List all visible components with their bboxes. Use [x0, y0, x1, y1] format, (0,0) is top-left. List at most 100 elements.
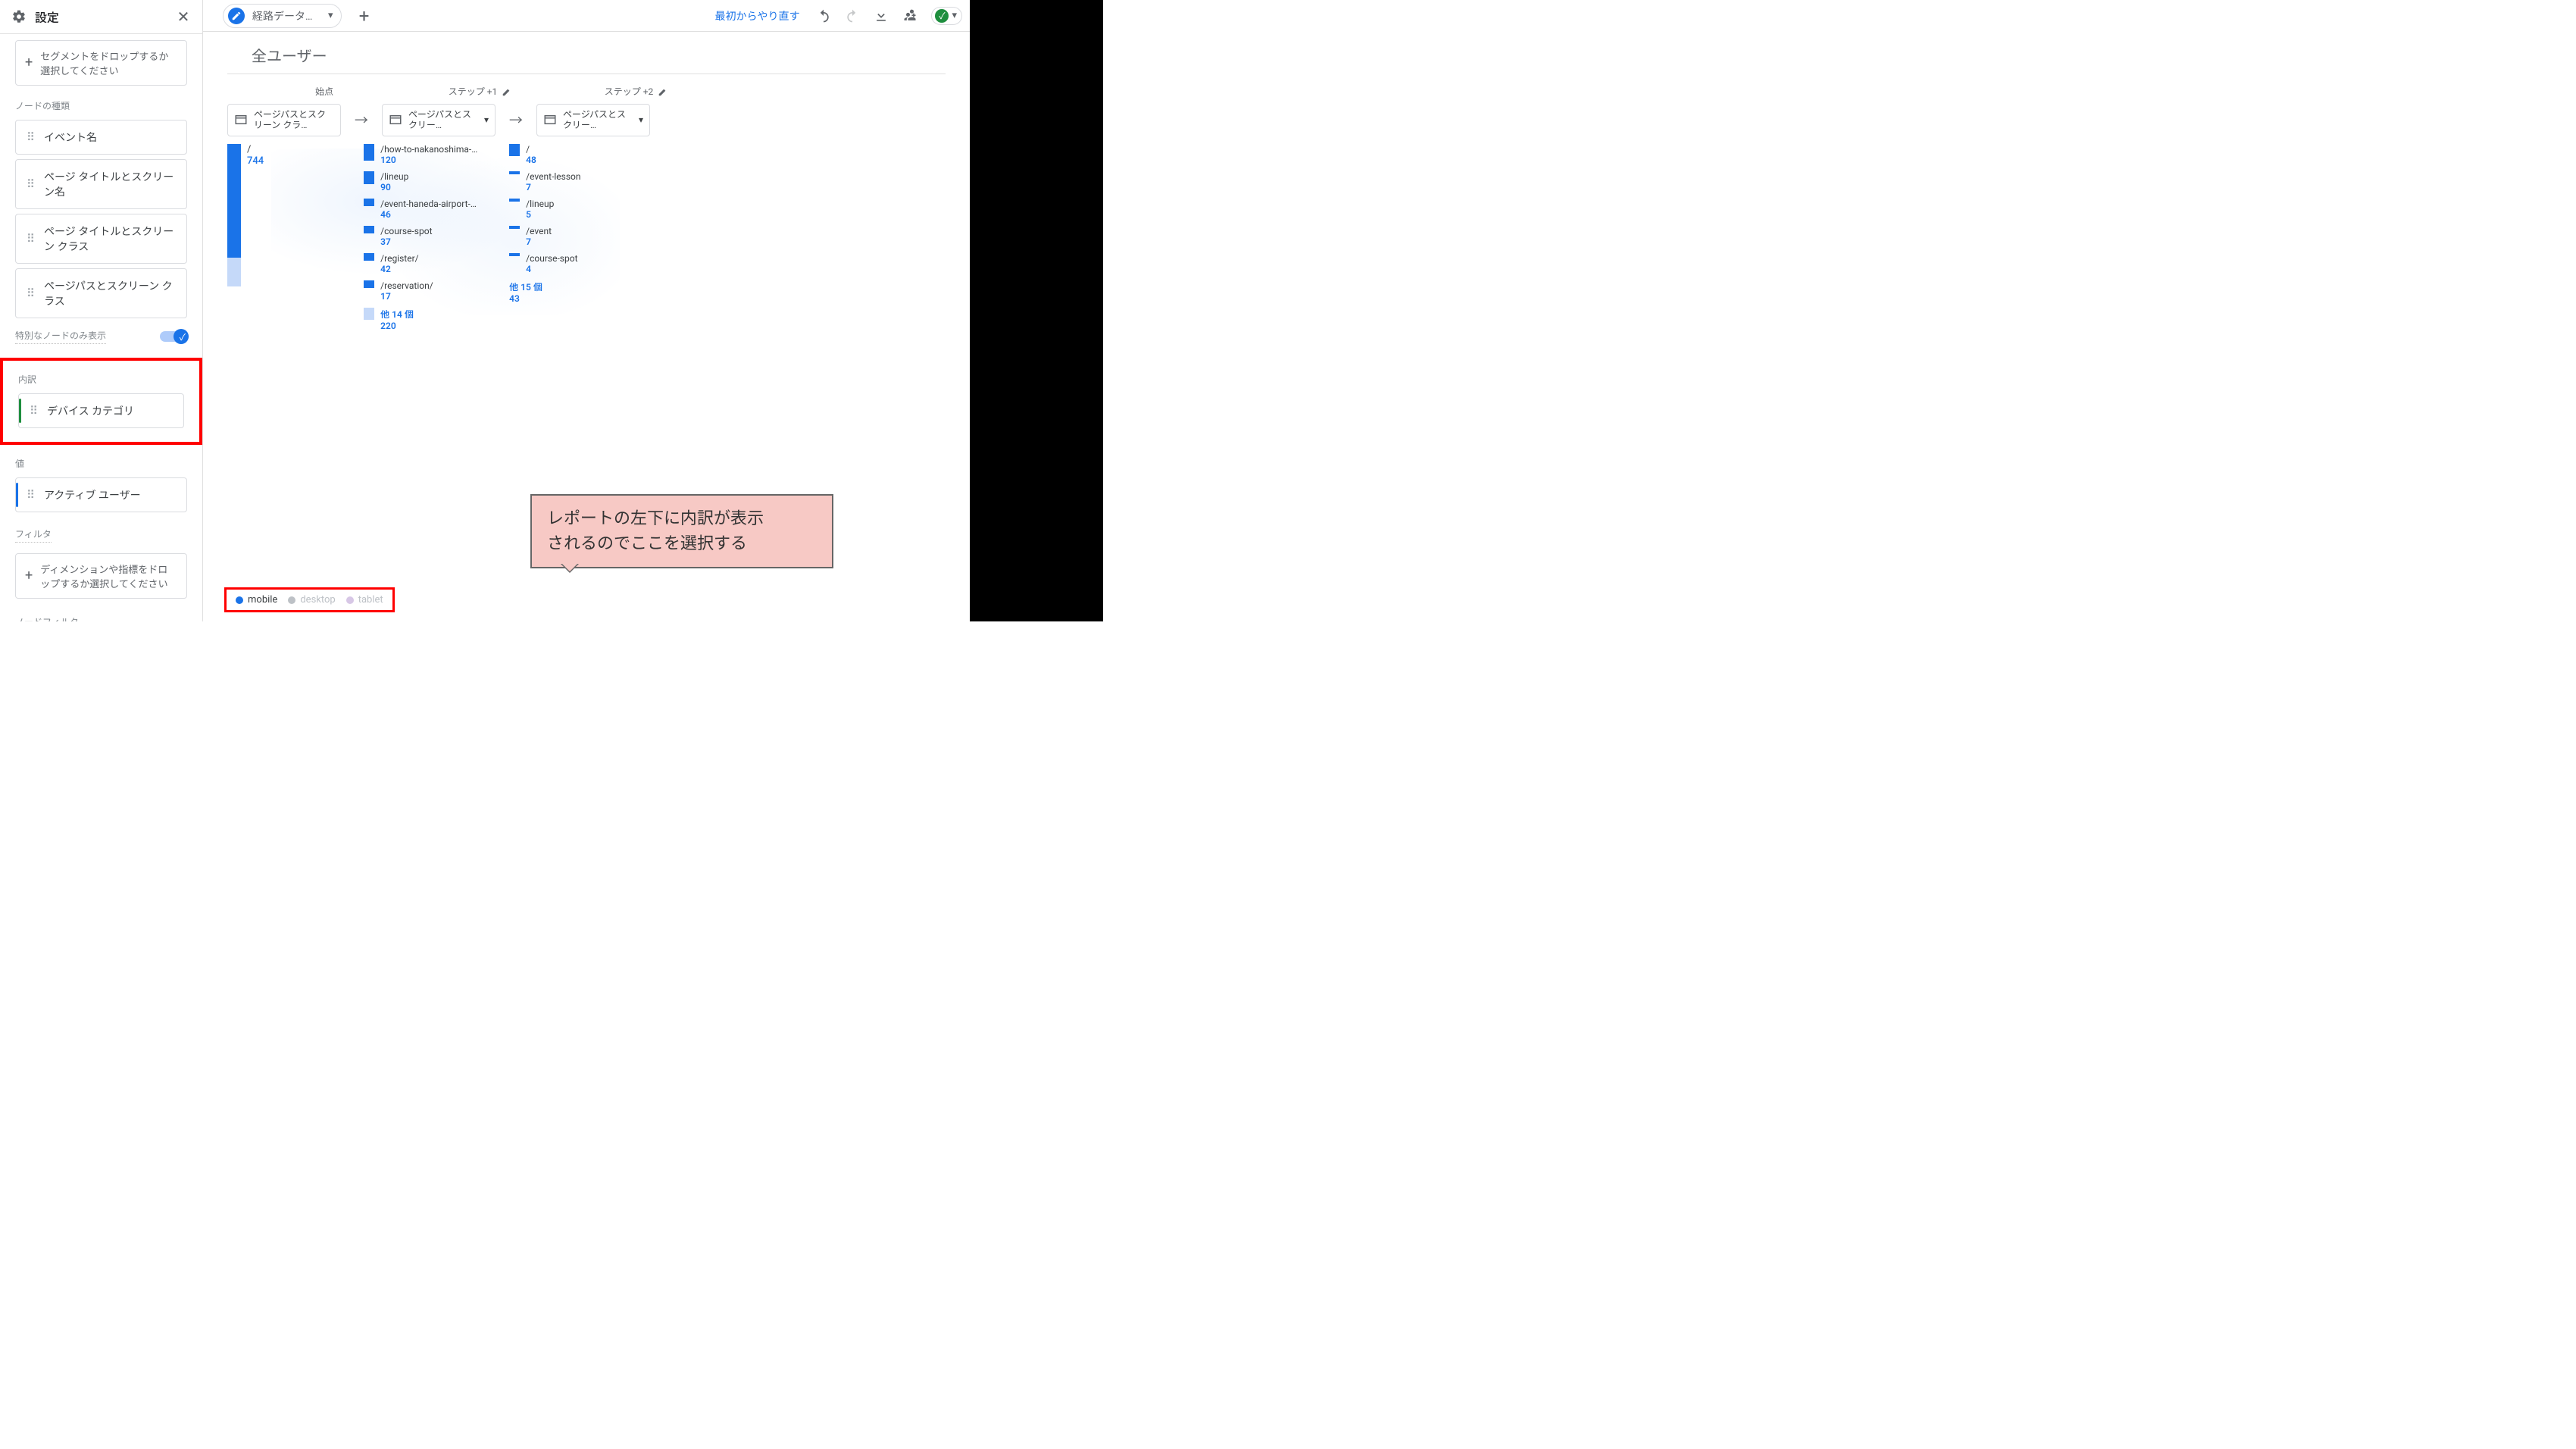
node-value: 46: [380, 209, 477, 220]
breakdown-section-highlight: 内訳 ⠿ デバイス カテゴリ: [0, 358, 202, 445]
node-bar: [509, 171, 520, 174]
value-chip-label: アクティブ ユーザー: [44, 487, 141, 502]
node-bar: [364, 226, 374, 233]
node-path: /register/: [380, 253, 418, 264]
legend-item-mobile[interactable]: mobile: [236, 594, 277, 606]
drag-handle-icon: ⠿: [27, 132, 35, 143]
sankey-node-other[interactable]: 他 15 個43: [509, 280, 638, 304]
sankey-node[interactable]: /event-lesson7: [509, 171, 638, 192]
node-type-event-name[interactable]: ⠿ イベント名: [15, 120, 187, 155]
report-subtitle: 全ユーザー: [227, 32, 946, 74]
node-types-label: ノードの種類: [0, 95, 202, 115]
node-value: 7: [526, 182, 580, 192]
sankey-node[interactable]: /48: [509, 144, 638, 165]
main-area: 経路データ探… ▾ + 最初からやり直す ✓ ▾ 全ユーザー 始点 ステップ +…: [203, 0, 970, 621]
undo-button[interactable]: [811, 4, 836, 28]
node-bar: [364, 144, 374, 161]
pencil-icon: [228, 8, 245, 24]
sankey-node[interactable]: /event7: [509, 226, 638, 247]
chevron-down-icon: ▾: [639, 114, 643, 125]
node-value: 220: [380, 321, 414, 331]
value-chip-active-users[interactable]: ⠿ アクティブ ユーザー: [15, 477, 187, 512]
node-type-page-path-screen-class[interactable]: ⠿ ページパスとスクリーン クラス: [15, 268, 187, 318]
node-select-start[interactable]: ページパスとスクリーン クラ…: [227, 104, 341, 136]
node-select-step2[interactable]: ページパスとスクリー… ▾: [536, 104, 650, 136]
node-path: /reservation/: [380, 280, 433, 291]
node-path: /event: [526, 226, 552, 236]
node-selectors: ページパスとスクリーン クラ… → ページパスとスクリー… ▾ → ページパスと…: [227, 104, 946, 136]
arrow-right-icon: →: [509, 110, 523, 130]
step-header-start: 始点: [258, 85, 391, 98]
node-value: 17: [380, 291, 433, 302]
node-path: /how-to-nakanoshima-…: [380, 144, 477, 155]
callout-line1: レポートの左下に内訳が表示: [547, 509, 764, 528]
annotation-callout: レポートの左下に内訳が表示 されるのでここを選択する: [530, 494, 833, 568]
filter-drop-text: ディメンションや指標をドロップするか選択してください: [40, 562, 177, 590]
segment-drop-text: セグメントをドロップするか選択してください: [40, 49, 177, 77]
special-nodes-toggle[interactable]: ✓: [160, 331, 187, 342]
share-button[interactable]: [898, 4, 922, 28]
sankey-node[interactable]: /reservation/17: [364, 280, 492, 302]
sankey-node[interactable]: /how-to-nakanoshima-…120: [364, 144, 492, 165]
sankey-node[interactable]: /course-spot37: [364, 226, 492, 247]
sankey-node[interactable]: /lineup90: [364, 171, 492, 192]
node-type-label: ページ タイトルとスクリーン名: [44, 169, 176, 199]
node-type-page-title-screen-name[interactable]: ⠿ ページ タイトルとスクリーン名: [15, 159, 187, 209]
node-filter-label: ノードフィルタ: [15, 615, 79, 621]
gear-icon: [11, 8, 27, 25]
drag-handle-icon: ⠿: [27, 490, 35, 501]
sankey-node[interactable]: /lineup5: [509, 199, 638, 220]
sankey-node-start[interactable]: / 744: [227, 144, 264, 286]
tab-label: 経路データ探…: [252, 8, 320, 23]
node-select-label: ページパスとスクリー…: [563, 109, 633, 131]
legend-label: tablet: [358, 594, 383, 606]
node-value: 7: [526, 236, 552, 247]
download-button[interactable]: [869, 4, 893, 28]
segment-drop-zone[interactable]: + セグメントをドロップするか選択してください: [15, 40, 187, 86]
node-bar: [364, 171, 374, 184]
node-value: 43: [509, 293, 542, 304]
node-bar: [364, 253, 374, 261]
node-path: /event-lesson: [526, 171, 580, 182]
web-icon: [234, 113, 248, 127]
pencil-icon[interactable]: [658, 86, 668, 97]
node-path: /lineup: [526, 199, 554, 209]
node-value: 120: [380, 155, 477, 165]
sankey-node[interactable]: /register/42: [364, 253, 492, 274]
drag-handle-icon: ⠿: [27, 179, 35, 190]
legend-item-tablet[interactable]: tablet: [346, 594, 383, 606]
node-type-label: イベント名: [44, 130, 97, 145]
node-type-page-title-screen-class[interactable]: ⠿ ページ タイトルとスクリーン クラス: [15, 214, 187, 264]
breakdown-label: 内訳: [3, 368, 199, 389]
chevron-down-icon: ▾: [484, 114, 489, 125]
pencil-icon[interactable]: [502, 86, 512, 97]
sankey-node[interactable]: /event-haneda-airport-…46: [364, 199, 492, 220]
status-indicator[interactable]: ✓ ▾: [931, 7, 962, 25]
node-bar: [509, 144, 520, 156]
close-icon[interactable]: ✕: [175, 8, 192, 25]
drag-handle-icon: ⠿: [27, 288, 35, 299]
add-tab-button[interactable]: +: [351, 2, 378, 30]
sankey-chart: / 744 /how-to-nakanoshima-…120/lineup90 /…: [227, 144, 946, 331]
node-value: 42: [380, 264, 418, 274]
node-select-step1[interactable]: ページパスとスクリー… ▾: [382, 104, 496, 136]
filter-label: フィルタ: [15, 527, 52, 543]
step-header-2: ステップ +2: [570, 85, 703, 98]
filter-drop-zone[interactable]: + ディメンションや指標をドロップするか選択してください: [15, 553, 187, 599]
settings-panel: 設定 ✕ + セグメントをドロップするか選択してください ノードの種類 ⠿ イベ…: [0, 0, 203, 621]
node-other-label: 他 15 個: [509, 280, 542, 293]
step-header-1: ステップ +1: [414, 85, 547, 98]
restart-link[interactable]: 最初からやり直す: [714, 8, 799, 23]
breakdown-chip-device-category[interactable]: ⠿ デバイス カテゴリ: [18, 393, 184, 428]
legend-item-desktop[interactable]: desktop: [288, 594, 335, 606]
tab-path-exploration[interactable]: 経路データ探… ▾: [223, 4, 342, 28]
sankey-node-other[interactable]: 他 14 個220: [364, 308, 492, 331]
node-path: /: [247, 144, 264, 155]
breakdown-chip-label: デバイス カテゴリ: [47, 403, 134, 418]
chevron-down-icon: ▾: [952, 10, 957, 21]
node-path: /course-spot: [526, 253, 577, 264]
plus-icon: +: [25, 569, 33, 583]
node-value: 48: [526, 155, 536, 165]
redo-button[interactable]: [840, 4, 864, 28]
sankey-node[interactable]: /course-spot4: [509, 253, 638, 274]
